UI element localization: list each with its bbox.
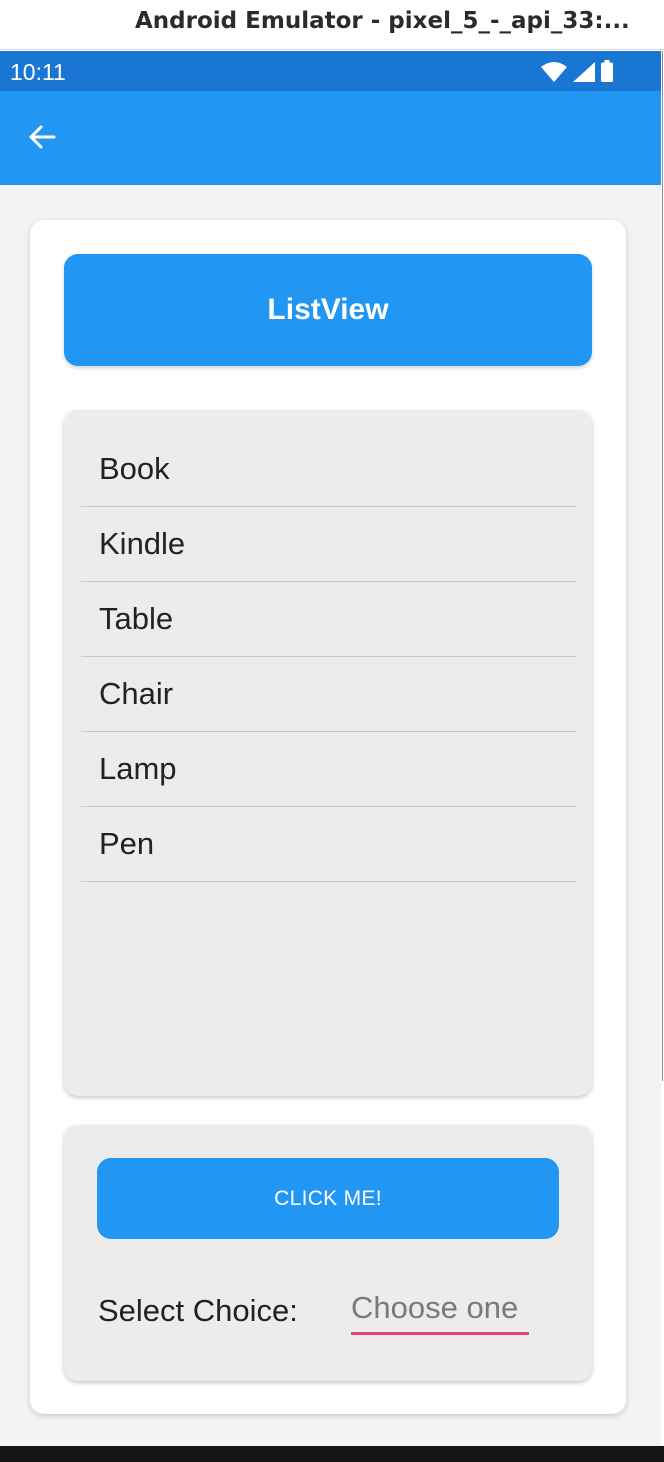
main-card: ListView Book Kindle Table Chair Lamp Pe… xyxy=(30,220,626,1414)
actions-card: CLICK ME! Select Choice: Choose one xyxy=(64,1125,592,1381)
window-bottom-bar xyxy=(0,1446,664,1462)
status-time: 10:11 xyxy=(10,59,66,85)
status-icons xyxy=(541,60,613,82)
app-bar xyxy=(0,91,661,185)
select-choice-label: Select Choice: xyxy=(98,1293,298,1328)
page-content: ListView Book Kindle Table Chair Lamp Pe… xyxy=(0,185,661,1446)
list-item[interactable]: Lamp xyxy=(81,732,576,807)
back-button[interactable] xyxy=(26,121,58,153)
click-me-button[interactable]: CLICK ME! xyxy=(97,1158,559,1239)
list-item[interactable]: Book xyxy=(81,432,576,507)
list-item[interactable]: Table xyxy=(81,582,576,657)
list-item[interactable]: Chair xyxy=(81,657,576,732)
window-edge-line xyxy=(662,51,663,1081)
list-card: Book Kindle Table Chair Lamp Pen xyxy=(64,410,592,1096)
listview-header: ListView xyxy=(64,254,592,366)
battery-icon xyxy=(601,60,613,82)
status-bar: 10:11 xyxy=(0,51,661,91)
list-item[interactable]: Pen xyxy=(81,807,576,882)
list-item[interactable]: Kindle xyxy=(81,507,576,582)
window-titlebar: Android Emulator - pixel_5_-_api_33:... xyxy=(0,0,664,50)
window-title: Android Emulator - pixel_5_-_api_33:... xyxy=(135,8,630,34)
signal-icon xyxy=(573,62,595,82)
choice-picker[interactable]: Choose one xyxy=(351,1290,529,1335)
items-list: Book Kindle Table Chair Lamp Pen xyxy=(81,432,576,882)
back-arrow-icon xyxy=(29,125,56,149)
picker-placeholder: Choose one xyxy=(351,1290,519,1325)
emulator-screen: 10:11 ListView Book Kindle Table Chair L… xyxy=(0,51,661,1446)
wifi-icon xyxy=(541,62,567,82)
